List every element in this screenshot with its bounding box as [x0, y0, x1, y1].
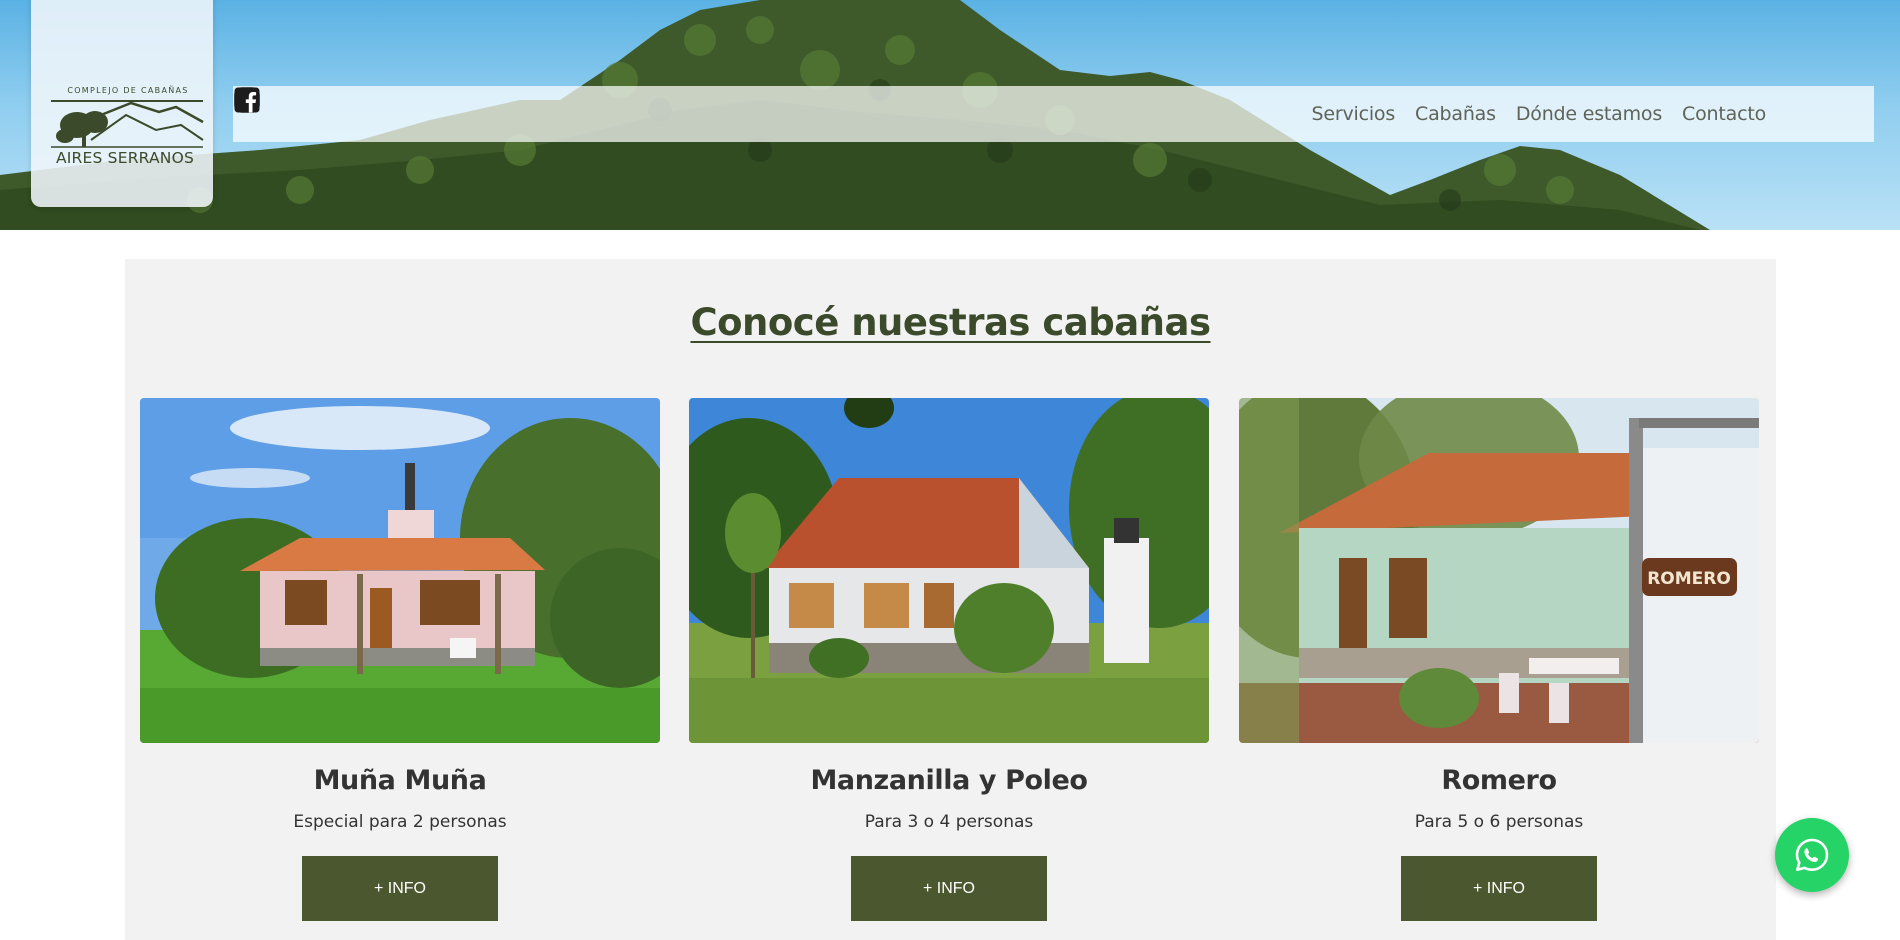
instagram-icon[interactable] [234, 87, 1812, 128]
cabin-name: Romero [1441, 765, 1557, 796]
section-title: Conocé nuestras cabañas [690, 301, 1211, 344]
nav-link-servicios[interactable]: Servicios [1311, 103, 1395, 125]
cabin-description: Para 5 o 6 personas [1414, 812, 1584, 832]
facebook-icon[interactable] [234, 87, 1856, 128]
nav-link-contacto[interactable]: Contacto [1682, 103, 1766, 125]
whatsapp-icon [1795, 838, 1829, 872]
cabin-description: Especial para 2 personas [293, 812, 507, 832]
more-info-button[interactable]: + INFO [1401, 856, 1597, 921]
romero-sign: ROMERO [1647, 569, 1731, 589]
cabin-name: Manzanilla y Poleo [810, 765, 1088, 796]
cabin-description: Para 3 o 4 personas [864, 812, 1034, 832]
cabin-photo[interactable] [140, 398, 660, 743]
nav-link-donde-estamos[interactable]: Dónde estamos [1516, 103, 1662, 125]
logo[interactable]: COMPLEJO DE CABAÑAS AIRES SERRANOS [31, 0, 213, 207]
cabin-card-manzanilla-poleo: Manzanilla y Poleo Para 3 o 4 personas +… [689, 398, 1209, 921]
main-nav: Servicios Cabañas Dónde estamos Contacto [233, 86, 1874, 142]
whatsapp-button[interactable] [1775, 818, 1849, 892]
more-info-button[interactable]: + INFO [851, 856, 1047, 921]
cabin-card-muna-muna: Muña Muña Especial para 2 personas + INF… [140, 398, 660, 921]
more-info-button[interactable]: + INFO [302, 856, 498, 921]
logo-mark [51, 100, 204, 148]
cabin-name: Muña Muña [313, 765, 487, 796]
cabin-card-romero: ROMERO Romero Para 5 o 6 personas + INFO [1239, 398, 1759, 921]
cabin-photo[interactable] [689, 398, 1209, 743]
cabin-photo[interactable]: ROMERO [1239, 398, 1759, 743]
logo-tagline: COMPLEJO DE CABAÑAS [67, 86, 189, 95]
logo-name: AIRES SERRANOS [55, 149, 195, 167]
hero-banner: COMPLEJO DE CABAÑAS AIRES SERRANOS Servi… [0, 0, 1900, 230]
cabins-section: Conocé nuestras cabañas Muña Muña Especi… [125, 259, 1776, 940]
nav-link-cabanas[interactable]: Cabañas [1415, 103, 1496, 125]
